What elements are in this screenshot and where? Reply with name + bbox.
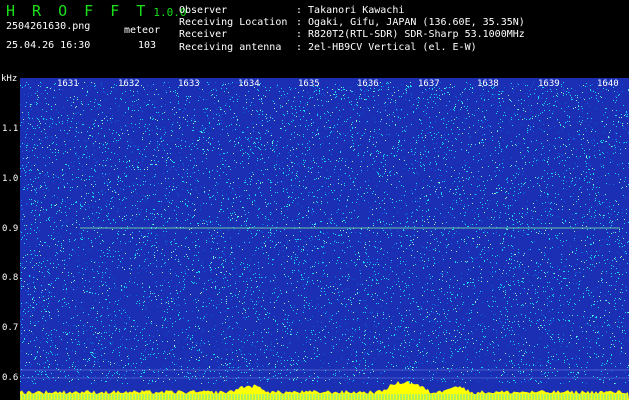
x-tick-label: 1640 <box>597 79 619 89</box>
header-panel: H R O F F T 1.0.0 2504261630.png meteor 2… <box>0 0 629 78</box>
y-tick-label: 1.0 <box>2 174 19 184</box>
y-tick-label: 0.9 <box>2 224 19 234</box>
app-name: H R O F F T <box>6 2 150 20</box>
y-tick-label: 1.1 <box>2 124 19 134</box>
file-name: 2504261630.png <box>6 21 91 32</box>
x-tick-label: 1634 <box>238 79 260 89</box>
info-value: : Takanori Kawachi <box>296 5 405 16</box>
y-tick-label: 0.6 <box>2 373 19 383</box>
info-value: : 2el-HB9CV Vertical (el. E-W) <box>296 41 477 53</box>
spectrogram-plot <box>20 78 629 400</box>
x-tick-label: 1633 <box>178 79 200 89</box>
x-tick-label: 1631 <box>57 79 79 89</box>
info-row-observer: Observer : Takanori Kawachi <box>179 5 525 17</box>
x-tick-label: 1637 <box>418 79 440 89</box>
x-tick-label: 1635 <box>298 79 320 89</box>
meteor-count: 103 <box>138 40 157 51</box>
y-tick-label: 0.8 <box>2 273 19 283</box>
mode-label: meteor <box>124 25 161 36</box>
info-row-receiver: Receiver : R820T2(RTL-SDR) SDR-Sharp 53.1… <box>179 29 525 41</box>
info-key: Receiving antenna <box>179 41 282 53</box>
x-tick-label: 1638 <box>477 79 499 89</box>
info-value: : Ogaki, Gifu, JAPAN (136.60E, 35.35N) <box>296 17 525 29</box>
y-tick-label: 0.7 <box>2 323 19 333</box>
info-value: : R820T2(RTL-SDR) SDR-Sharp 53.1000MHz <box>296 29 525 41</box>
info-key: Observer <box>179 5 228 16</box>
x-tick-label: 1636 <box>357 79 379 89</box>
station-info: Observer : Takanori Kawachi Receiving Loc… <box>179 5 525 54</box>
spectrogram-canvas <box>20 78 629 400</box>
info-key: Receiving Location <box>179 17 288 29</box>
app-logo: H R O F F T 1.0.0 <box>6 2 186 20</box>
x-tick-label: 1632 <box>118 79 140 89</box>
datetime-label: 25.04.26 16:30 <box>6 40 91 51</box>
info-key: Receiver <box>179 29 228 41</box>
x-tick-label: 1639 <box>538 79 560 89</box>
y-axis-unit: kHz <box>1 74 18 84</box>
info-row-antenna: Receiving antenna : 2el-HB9CV Vertical (e… <box>179 42 525 54</box>
info-row-location: Receiving Location : Ogaki, Gifu, JAPAN (… <box>179 17 525 29</box>
